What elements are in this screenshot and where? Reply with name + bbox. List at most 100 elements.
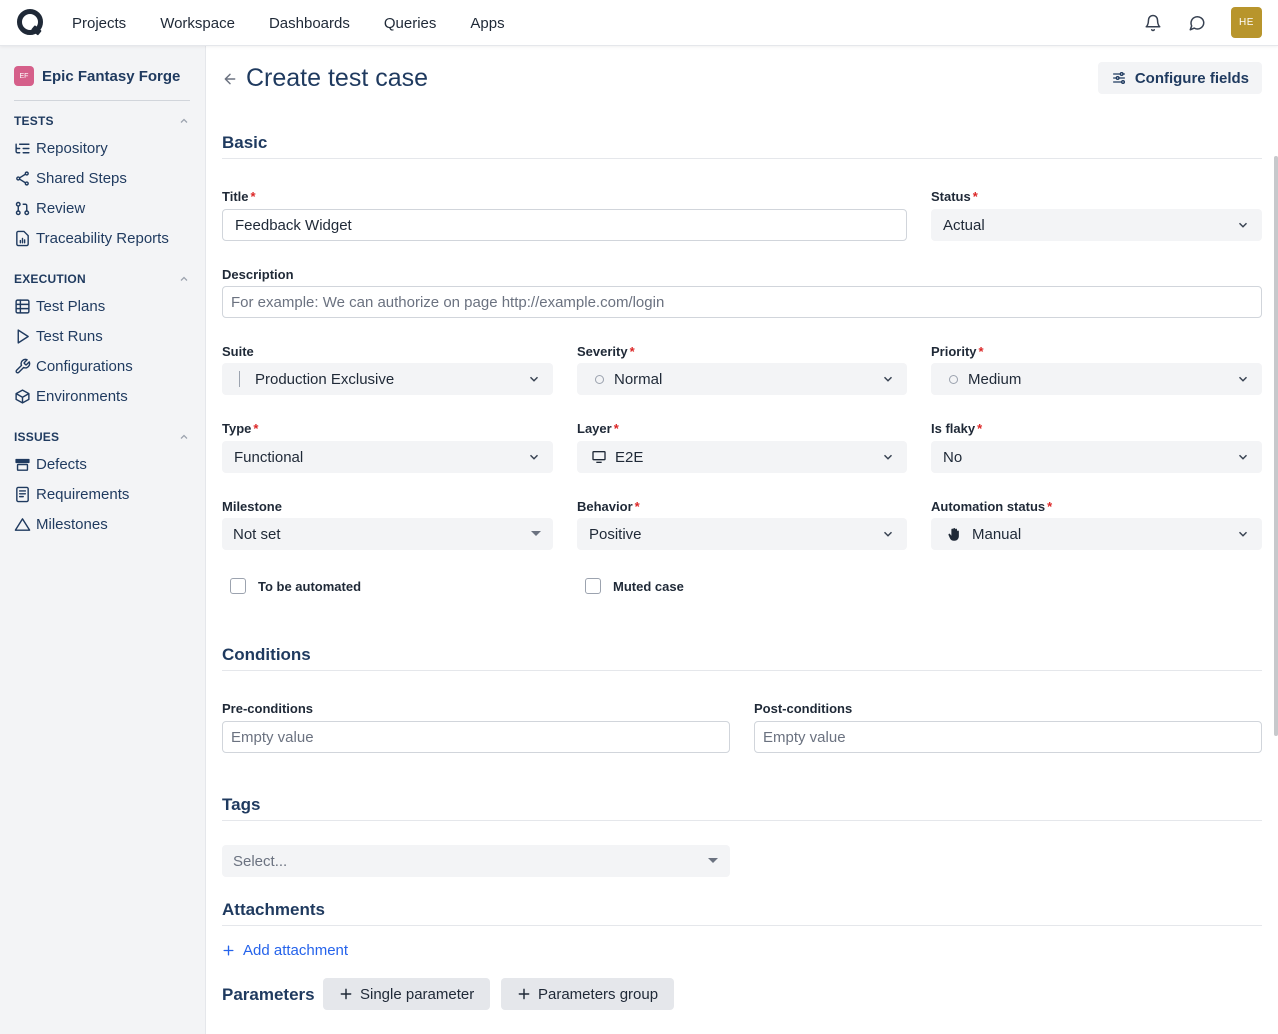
- defects-icon: [15, 458, 30, 471]
- app-logo-icon[interactable]: [15, 8, 45, 38]
- muted-case-checkbox[interactable]: Muted case: [585, 578, 684, 594]
- status-value: Actual: [943, 216, 985, 234]
- priority-value: Medium: [968, 370, 1022, 388]
- status-select[interactable]: Actual: [931, 209, 1262, 241]
- play-icon: [17, 329, 29, 344]
- plus-icon: [223, 945, 234, 956]
- back-arrow-icon[interactable]: [222, 71, 238, 87]
- configure-fields-button[interactable]: Configure fields: [1097, 62, 1262, 94]
- flaky-select[interactable]: No: [931, 441, 1262, 473]
- required-mark: *: [629, 344, 635, 359]
- parameters-group-button[interactable]: Parameters group: [501, 978, 675, 1010]
- flaky-value: No: [943, 448, 963, 466]
- sidebar-item-environments[interactable]: Environments: [14, 388, 128, 405]
- section-tests-header[interactable]: TESTS: [14, 114, 190, 128]
- priority-select[interactable]: Medium: [931, 363, 1262, 395]
- section-execution-title: EXECUTION: [14, 272, 86, 286]
- to-be-automated-label: To be automated: [258, 578, 362, 594]
- scrollbar[interactable]: [1274, 156, 1278, 736]
- chat-icon[interactable]: [1187, 13, 1207, 33]
- layer-select[interactable]: E2E: [577, 441, 907, 473]
- type-label-text: Type: [222, 421, 252, 436]
- milestone-value: Not set: [233, 525, 281, 543]
- sidebar-item-traceability[interactable]: Traceability Reports: [14, 230, 169, 247]
- sidebar-item-label: Traceability Reports: [36, 230, 169, 247]
- nav-apps[interactable]: Apps: [470, 15, 504, 32]
- post-conditions-input[interactable]: Empty value: [754, 721, 1262, 753]
- top-navigation: Projects Workspace Dashboards Queries Ap…: [0, 0, 1278, 46]
- chevron-up-icon: [180, 276, 188, 281]
- git-pull-request-icon: [15, 201, 30, 216]
- configure-fields-label: Configure fields: [1134, 69, 1249, 87]
- tags-select[interactable]: Select...: [222, 845, 730, 877]
- chevron-down-icon: [1238, 531, 1248, 537]
- sidebar-item-defects[interactable]: Defects: [14, 456, 87, 473]
- flaky-label-text: Is flaky: [931, 421, 976, 436]
- chevron-down-icon: [1238, 454, 1248, 460]
- section-tags-title: Tags: [222, 795, 261, 814]
- suite-value: Production Exclusive: [255, 370, 395, 388]
- sidebar-item-repository[interactable]: Repository: [14, 140, 108, 157]
- add-attachment-link[interactable]: Add attachment: [222, 942, 348, 959]
- chevron-down-icon: [529, 376, 539, 382]
- sidebar-item-test-runs[interactable]: Test Runs: [14, 328, 103, 345]
- behavior-label-text: Behavior: [577, 499, 633, 514]
- sidebar-item-review[interactable]: Review: [14, 200, 85, 217]
- behavior-value: Positive: [589, 525, 642, 543]
- share-icon: [16, 171, 29, 186]
- sidebar-item-shared-steps[interactable]: Shared Steps: [14, 170, 127, 187]
- type-select[interactable]: Functional: [222, 441, 553, 473]
- document-icon: [16, 486, 29, 503]
- suite-select[interactable]: Production Exclusive: [222, 363, 553, 395]
- list-tree-icon: [15, 143, 30, 154]
- priority-label: Priority *: [931, 344, 984, 359]
- severity-select[interactable]: Normal: [577, 363, 907, 395]
- nav-queries[interactable]: Queries: [384, 15, 437, 32]
- project-switcher[interactable]: EF Epic Fantasy Forge: [14, 66, 180, 86]
- status-label-text: Status: [931, 189, 971, 204]
- chevron-up-icon: [180, 434, 188, 439]
- project-badge: EF: [14, 66, 34, 86]
- automation-select[interactable]: Manual: [931, 518, 1262, 550]
- behavior-select[interactable]: Positive: [577, 518, 907, 550]
- sidebar-item-label: Milestones: [36, 516, 108, 533]
- description-label: Description: [222, 267, 294, 282]
- section-attachments-title: Attachments: [222, 900, 325, 919]
- divider: [222, 670, 1262, 671]
- required-mark: *: [613, 421, 619, 436]
- divider: [222, 158, 1262, 159]
- section-issues-header[interactable]: ISSUES: [14, 430, 190, 444]
- sidebar-item-test-plans[interactable]: Test Plans: [14, 298, 105, 315]
- milestone-select[interactable]: Not set: [222, 518, 553, 550]
- main-nav: Projects Workspace Dashboards Queries Ap…: [72, 0, 539, 46]
- pre-conditions-input[interactable]: Empty value: [222, 721, 730, 753]
- sidebar-item-label: Test Plans: [36, 298, 106, 315]
- plus-icon: [340, 988, 352, 1000]
- nav-projects[interactable]: Projects: [72, 15, 126, 32]
- sidebar-item-requirements[interactable]: Requirements: [14, 486, 129, 503]
- avatar[interactable]: HE: [1231, 7, 1262, 38]
- sidebar-item-configurations[interactable]: Configurations: [14, 358, 133, 375]
- required-mark: *: [978, 344, 984, 359]
- description-input[interactable]: For example: We can authorize on page ht…: [222, 286, 1262, 318]
- layer-value: E2E: [615, 448, 644, 466]
- sidebar-item-milestones[interactable]: Milestones: [14, 516, 108, 533]
- checkbox[interactable]: [585, 578, 601, 594]
- muted-case-label: Muted case: [613, 578, 684, 594]
- section-execution-header[interactable]: EXECUTION: [14, 272, 190, 286]
- status-label: Status *: [931, 189, 978, 204]
- checkbox[interactable]: [230, 578, 246, 594]
- chevron-up-icon: [180, 118, 188, 123]
- title-input[interactable]: Feedback Widget: [222, 209, 907, 241]
- bell-icon[interactable]: [1143, 13, 1163, 33]
- page-title: Create test case: [246, 64, 429, 92]
- single-parameter-button[interactable]: Single parameter: [323, 978, 491, 1010]
- project-name: Epic Fantasy Forge: [42, 67, 181, 85]
- automation-label-text: Automation status: [931, 499, 1046, 514]
- flaky-label: Is flaky *: [931, 421, 982, 436]
- to-be-automated-checkbox[interactable]: To be automated: [230, 578, 361, 594]
- nav-workspace[interactable]: Workspace: [160, 15, 235, 32]
- sidebar-item-label: Environments: [36, 388, 128, 405]
- nav-dashboards[interactable]: Dashboards: [269, 15, 350, 32]
- suite-bar-icon: [239, 371, 240, 387]
